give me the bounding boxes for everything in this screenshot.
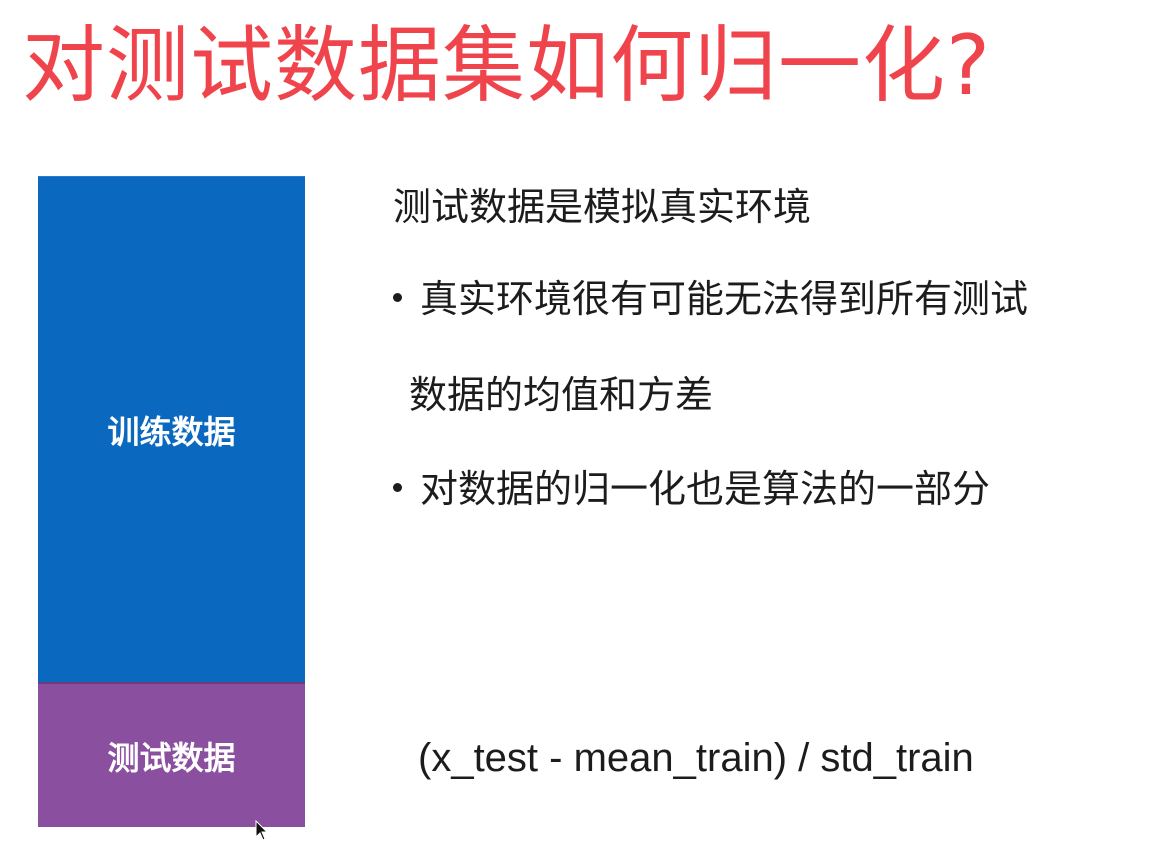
test-data-label: 测试数据 <box>107 738 236 777</box>
bullet-dot-icon <box>393 293 402 302</box>
slide-title: 对测试数据集如何归一化? <box>22 17 992 114</box>
training-data-block: 训练数据 <box>38 176 305 682</box>
bullet-item-1-line-2: 数据的均值和方差 <box>409 373 714 417</box>
bullet-item-2-line-1: 对数据的归一化也是算法的一部分 <box>420 467 991 511</box>
normalization-formula: (x_test - mean_train) / std_train <box>418 736 974 780</box>
mouse-pointer-icon <box>255 820 269 841</box>
intro-text: 测试数据是模拟真实环境 <box>393 185 812 229</box>
training-data-label: 训练数据 <box>107 412 236 451</box>
bullet-item-2: 对数据的归一化也是算法的一部分 <box>393 464 990 514</box>
slide: 对测试数据集如何归一化? 训练数据 测试数据 测试数据是模拟真实环境 真实环境很… <box>0 0 1174 866</box>
bullet-item-1-line-1: 真实环境很有可能无法得到所有测试 <box>420 277 1029 321</box>
bullet-dot-icon <box>393 483 402 492</box>
bullet-item-1: 真实环境很有可能无法得到所有测试 <box>393 274 1028 324</box>
test-data-block: 测试数据 <box>38 682 305 827</box>
